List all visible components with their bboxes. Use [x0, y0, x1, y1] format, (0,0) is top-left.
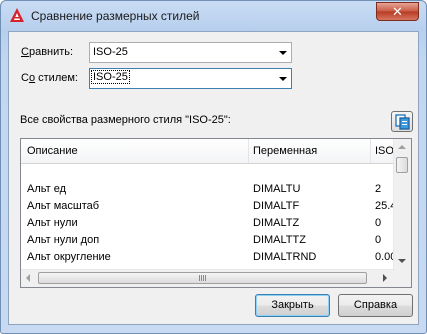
properties-list[interactable]: Описание Переменная ISO- Альт ед DIMALTU… [20, 138, 412, 288]
table-row[interactable]: Альт нули доп DIMALTTZ 0 [21, 232, 395, 249]
scroll-left-arrow-icon[interactable] [26, 274, 30, 282]
with-style-dropdown[interactable]: ISO-25 [89, 68, 292, 89]
chevron-down-icon[interactable] [274, 43, 291, 62]
cell-description: Альт округление [27, 251, 111, 263]
column-header-variable[interactable]: Переменная [253, 145, 317, 157]
window-title: Сравнение размерных стилей [31, 9, 200, 23]
cell-variable: DIMALTU [253, 183, 301, 195]
clipboard-copy-icon [395, 114, 410, 130]
copy-to-clipboard-button[interactable] [391, 111, 413, 132]
close-icon: ✕ [392, 4, 403, 19]
close-window-button[interactable]: ✕ [376, 2, 419, 21]
table-row[interactable]: Альт округление DIMALTRND 0.00 [21, 249, 396, 266]
vertical-scrollbar[interactable] [393, 139, 411, 270]
cell-variable: DIMALTZ [253, 217, 300, 229]
cell-variable: DIMALTF [253, 200, 300, 212]
compare-label-rest: равнить: [28, 46, 74, 58]
with-label-pre: С [21, 72, 29, 84]
autocad-logo-icon [10, 8, 24, 22]
horizontal-scrollbar[interactable] [21, 269, 395, 287]
horizontal-scroll-thumb[interactable] [38, 272, 367, 284]
cell-description: Альт нули [27, 217, 78, 229]
dialog-body: Сравнить: ISO-25 Со стилем: ISO-25 Все с… [8, 31, 419, 325]
with-style-dropdown-value: ISO-25 [91, 70, 130, 84]
dialog-window: Сравнение размерных стилей ✕ Сравнить: I… [0, 0, 427, 334]
compare-label: Сравнить: [21, 46, 73, 58]
cell-value: 2 [375, 183, 382, 195]
table-row[interactable]: Альт масштаб DIMALTF 25.4 [21, 198, 396, 215]
scroll-down-arrow-icon[interactable] [398, 259, 406, 263]
grip-icon [198, 275, 207, 281]
table-row[interactable]: Альт нули DIMALTZ 0 [21, 215, 395, 232]
table-row[interactable]: Альт ед DIMALTU 2 [21, 181, 395, 198]
cell-variable: DIMALTRND [253, 251, 317, 263]
chevron-down-icon[interactable] [274, 69, 291, 88]
vertical-scroll-thumb[interactable] [396, 157, 408, 173]
column-divider[interactable] [248, 139, 249, 163]
scroll-up-arrow-icon[interactable] [398, 145, 406, 149]
cell-value: 0 [375, 234, 382, 246]
compare-dropdown-value: ISO-25 [93, 46, 128, 58]
column-header-description[interactable]: Описание [27, 145, 78, 157]
cell-variable: DIMALTTZ [253, 234, 306, 246]
close-button[interactable]: Закрыть [255, 294, 330, 317]
cell-description: Альт ед [27, 183, 67, 195]
compare-label-hotkey: С [21, 46, 29, 58]
cell-description: Альт масштаб [27, 200, 100, 212]
title-bar[interactable]: Сравнение размерных стилей ✕ [1, 1, 426, 31]
scrollbar-corner [394, 270, 411, 287]
scroll-right-arrow-icon[interactable] [383, 274, 387, 282]
with-label: Со стилем: [21, 72, 78, 84]
cell-description: Альт нули доп [27, 234, 100, 246]
compare-dropdown[interactable]: ISO-25 [89, 42, 292, 63]
cell-value: 0 [375, 217, 382, 229]
with-label-rest: стилем: [35, 72, 78, 84]
properties-label: Все свойства размерного стиля "ISO-25": [20, 114, 231, 126]
column-divider[interactable] [370, 139, 371, 163]
help-button[interactable]: Справка [338, 294, 413, 317]
list-header: Описание Переменная ISO- [21, 139, 398, 164]
